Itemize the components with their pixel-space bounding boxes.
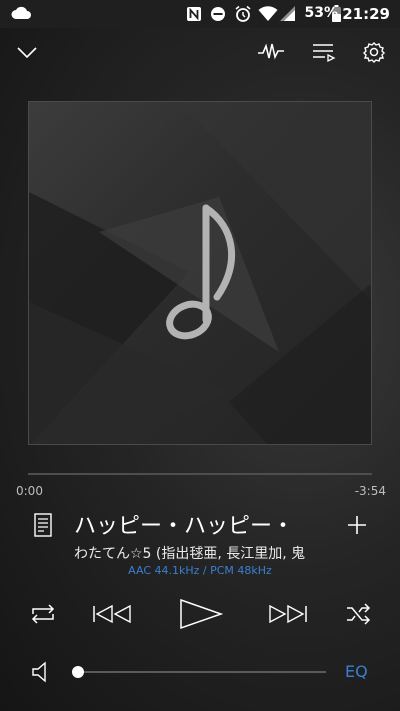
track-title: ハッピー・ハッピー・: [74, 514, 295, 539]
track-artist: わたてん☆5 (指出毬亜, 長江里加, 鬼: [74, 546, 306, 562]
music-note-icon: [166, 204, 235, 340]
status-bar: 53% 21:29: [0, 0, 400, 28]
volume-slider-thumb[interactable]: [72, 666, 84, 678]
album-art: [28, 101, 372, 445]
gear-icon: [363, 42, 385, 63]
elapsed-time: 0:00: [16, 484, 43, 498]
visualizer-button[interactable]: [254, 35, 288, 69]
seek-bar[interactable]: [28, 473, 372, 475]
shuffle-button[interactable]: [341, 597, 375, 631]
plus-icon: [348, 516, 366, 534]
nfc-icon: [187, 7, 201, 21]
queue-button[interactable]: [306, 35, 340, 69]
waveform-icon: [258, 43, 284, 60]
alarm-icon: [235, 5, 251, 22]
status-time: 21:29: [342, 5, 390, 23]
repeat-icon: [31, 604, 55, 624]
previous-button[interactable]: [92, 597, 134, 631]
wifi-icon: [258, 6, 278, 21]
signal-icon: [280, 6, 295, 21]
lyrics-button[interactable]: [26, 508, 60, 542]
skip-previous-icon: [93, 604, 131, 624]
volume-button[interactable]: [26, 655, 60, 689]
next-button[interactable]: [266, 597, 308, 631]
playlist-icon: [313, 44, 336, 63]
play-button[interactable]: [178, 596, 224, 632]
volume-slider[interactable]: [78, 671, 326, 673]
chevron-down-icon: [17, 47, 37, 59]
volume-icon: [32, 661, 46, 683]
repeat-button[interactable]: [26, 597, 60, 631]
add-to-playlist-button[interactable]: [340, 508, 374, 542]
shuffle-icon: [347, 603, 371, 625]
eq-button[interactable]: EQ: [345, 662, 368, 681]
audio-format: AAC 44.1kHz / PCM 48kHz: [128, 564, 272, 577]
remaining-time: -3:54: [354, 484, 386, 498]
collapse-button[interactable]: [10, 35, 44, 69]
cloud-icon: [11, 6, 31, 19]
skip-next-icon: [269, 604, 307, 624]
play-icon: [180, 598, 224, 630]
battery-icon: [332, 5, 341, 22]
lyrics-icon: [34, 513, 52, 537]
do-not-disturb-icon: [211, 7, 225, 21]
settings-button[interactable]: [357, 35, 391, 69]
